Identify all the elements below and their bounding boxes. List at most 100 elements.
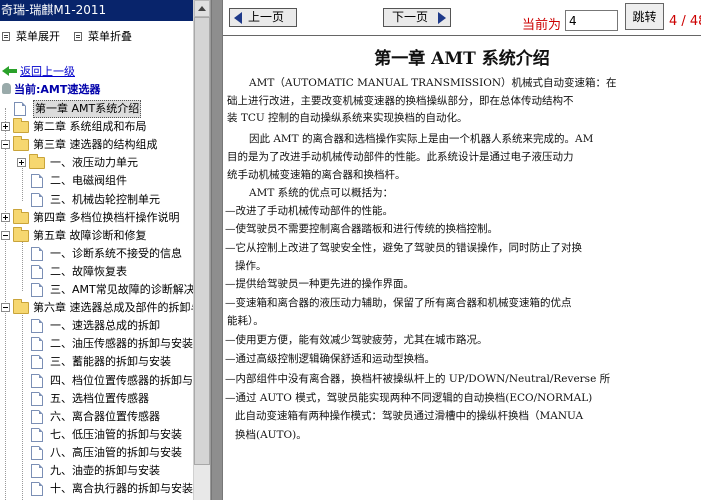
document-line: —使驾驶员不需要控制离合器踏板和进行传统的换档控制。 (225, 223, 498, 235)
tree-item-label: 二、故障恢复表 (50, 265, 127, 278)
tree-item[interactable]: 十、离合执行器的拆卸与安装 (0, 480, 193, 498)
document-icon (31, 482, 43, 496)
document-line: AMT（AUTOMATIC MANUAL TRANSMISSION）机械式自动变… (249, 77, 617, 89)
chapter-title: 第一章 AMT 系统介绍 (374, 49, 550, 69)
folder-icon (13, 227, 29, 242)
tree-item-label: 二、油压传感器的拆卸与安装 (50, 337, 193, 350)
back-arrow-icon (2, 66, 17, 76)
tree-item[interactable]: 第六章 速选器总成及部件的拆卸与 (0, 299, 202, 317)
menu-collapse-label: 菜单折叠 (88, 30, 132, 43)
tree-item[interactable]: 二、电磁阀组件 (0, 172, 193, 190)
tree-item[interactable]: 三、蓄能器的拆卸与安装 (0, 353, 193, 371)
document-line: —提供给驾驶员一种更先进的操作界面。 (225, 278, 414, 290)
expand-toggle-icon[interactable] (17, 158, 26, 167)
page-count: 4 / 48 (669, 14, 701, 29)
tree-item[interactable]: 一、液压动力单元 (0, 154, 193, 172)
document-icon (31, 464, 43, 478)
tree-item[interactable]: 六、离合器位置传感器 (0, 408, 193, 426)
tree-item[interactable]: 第一章 AMT系统介绍 (0, 100, 193, 118)
tree-item-label: 八、高压油管的拆卸与安装 (50, 446, 182, 459)
tree-item[interactable]: 八、高压油管的拆卸与安装 (0, 444, 193, 462)
tree-item[interactable]: 第五章 故障诊断和修复 (0, 227, 193, 245)
tree-item[interactable]: 五、选档位置传感器 (0, 390, 193, 408)
tree-item-label: 九、油壶的拆卸与安装 (50, 464, 160, 477)
folder-icon (29, 154, 45, 169)
tree-item[interactable]: 四、档位位置传感器的拆卸与 (0, 372, 193, 390)
tree-item-label: 第六章 速选器总成及部件的拆卸与 (33, 301, 202, 314)
expand-toggle-icon[interactable] (1, 122, 10, 131)
prev-page-button[interactable]: 上一页 (229, 8, 297, 27)
next-page-button[interactable]: 下一页 (383, 8, 451, 27)
tree-item-label: 四、档位位置传感器的拆卸与 (50, 374, 193, 387)
tree-item-label: 一、诊断系统不接受的信息 (50, 247, 182, 260)
document-icon (31, 392, 43, 406)
back-up-link[interactable]: 返回上一级 (2, 63, 75, 79)
document-icon (31, 446, 43, 460)
tree-item-label: 二、电磁阀组件 (50, 174, 127, 187)
document-line: 统手动机械变速箱的离合器和换档杆。 (227, 169, 406, 181)
document-icon (31, 374, 43, 388)
tree-item-label: 第五章 故障诊断和修复 (33, 229, 147, 242)
page-number-input[interactable] (565, 10, 618, 31)
collapse-toggle-icon[interactable] (1, 140, 10, 149)
document-line: —通过 AUTO 模式，驾驶员能实现两种不同逻辑的自动换档(ECO/NORMAL… (225, 392, 593, 404)
document-line: 能耗）。 (227, 315, 264, 327)
document-line: —通过高级控制逻辑确保舒适和运动型换档。 (225, 353, 435, 365)
document-icon (31, 247, 43, 261)
menu-expand-button[interactable]: 菜单展开 (2, 28, 60, 44)
document-icon (31, 193, 43, 207)
tree-item[interactable]: 一、诊断系统不接受的信息 (0, 245, 193, 263)
document-line: 此自动变速箱有两种操作模式：驾驶员通过滑槽中的操纵杆换档（MANUA (235, 410, 584, 422)
menu-collapse-button[interactable]: 菜单折叠 (74, 28, 132, 44)
arrow-left-icon (234, 12, 242, 24)
jump-button[interactable]: 跳转 (625, 3, 664, 30)
document-icon (31, 410, 43, 424)
tree-item[interactable]: 二、故障恢复表 (0, 263, 193, 281)
folder-icon (13, 299, 29, 314)
tree-item[interactable]: 七、低压油管的拆卸与安装 (0, 426, 193, 444)
document-icon (31, 319, 43, 333)
panel-splitter[interactable] (211, 0, 223, 500)
tree-item-label: 第一章 AMT系统介绍 (33, 100, 142, 118)
page-toolbar: 上一页 下一页 当前为 跳转 4 / 48 (223, 0, 701, 36)
scroll-thumb[interactable] (194, 17, 210, 465)
document-line: 换档(AUTO)。 (235, 429, 307, 441)
document-line: —改进了手动机械传动部件的性能。 (225, 205, 393, 217)
next-page-label: 下一页 (392, 10, 429, 24)
tree-item-label: 第四章 多档位换档杆操作说明 (33, 211, 180, 224)
scroll-up-button[interactable] (194, 0, 210, 17)
tree-item[interactable]: 第三章 速选器的结构组成 (0, 136, 193, 154)
tree-item-label: 三、AMT常见故障的诊断解决 (50, 283, 195, 296)
tree-item-label: 一、速选器总成的拆卸 (50, 319, 160, 332)
tree-item[interactable]: 九、油壶的拆卸与安装 (0, 462, 193, 480)
document-line: —使用更方便，能有效减少驾驶疲劳，尤其在城市路况。 (225, 334, 488, 346)
tree-item[interactable]: 三、AMT常见故障的诊断解决 (0, 281, 195, 299)
document-line: 础上进行改进，主要改变机械变速器的换档操纵部分，即在总体传动结构不 (227, 95, 574, 107)
document-line: 目的是为了改进手动机械传动部件的性能。此系统设计是通过电子液压动力 (227, 151, 574, 163)
menu-list-icon (74, 32, 82, 41)
document-icon (14, 102, 26, 116)
current-page-label: 当前为 (522, 18, 562, 33)
collapse-toggle-icon[interactable] (1, 303, 10, 312)
expand-toggle-icon[interactable] (1, 213, 10, 222)
menu-expand-label: 菜单展开 (16, 30, 60, 43)
arrow-right-icon (438, 12, 446, 24)
document-line: 装 TCU 控制的自动操纵系统来实现换档的自动化。 (227, 112, 468, 124)
tree-item-label: 十、离合执行器的拆卸与安装 (50, 482, 193, 495)
tree-item[interactable]: 二、油压传感器的拆卸与安装 (0, 335, 193, 353)
location-icon (2, 83, 11, 94)
tree-item[interactable]: 第四章 多档位换档杆操作说明 (0, 209, 193, 227)
tree-item-label: 三、蓄能器的拆卸与安装 (50, 355, 171, 368)
collapse-toggle-icon[interactable] (1, 231, 10, 240)
tree-item[interactable]: 三、机械齿轮控制单元 (0, 191, 193, 209)
tree-item-label: 七、低压油管的拆卸与安装 (50, 428, 182, 441)
sidebar-scrollbar[interactable] (193, 0, 210, 500)
tree-item-label: 五、选档位置传感器 (50, 392, 149, 405)
tree-item[interactable]: 一、速选器总成的拆卸 (0, 317, 193, 335)
folder-icon (13, 118, 29, 133)
tree-item-label: 第二章 系统组成和布局 (33, 120, 147, 133)
folder-icon (13, 136, 29, 151)
document-line: 因此 AMT 的离合器和选档操作实际上是由一个机器人系统来完成的。AM (249, 133, 594, 145)
tree-item[interactable]: 第二章 系统组成和布局 (0, 118, 193, 136)
document-line: 操作。 (235, 260, 267, 272)
